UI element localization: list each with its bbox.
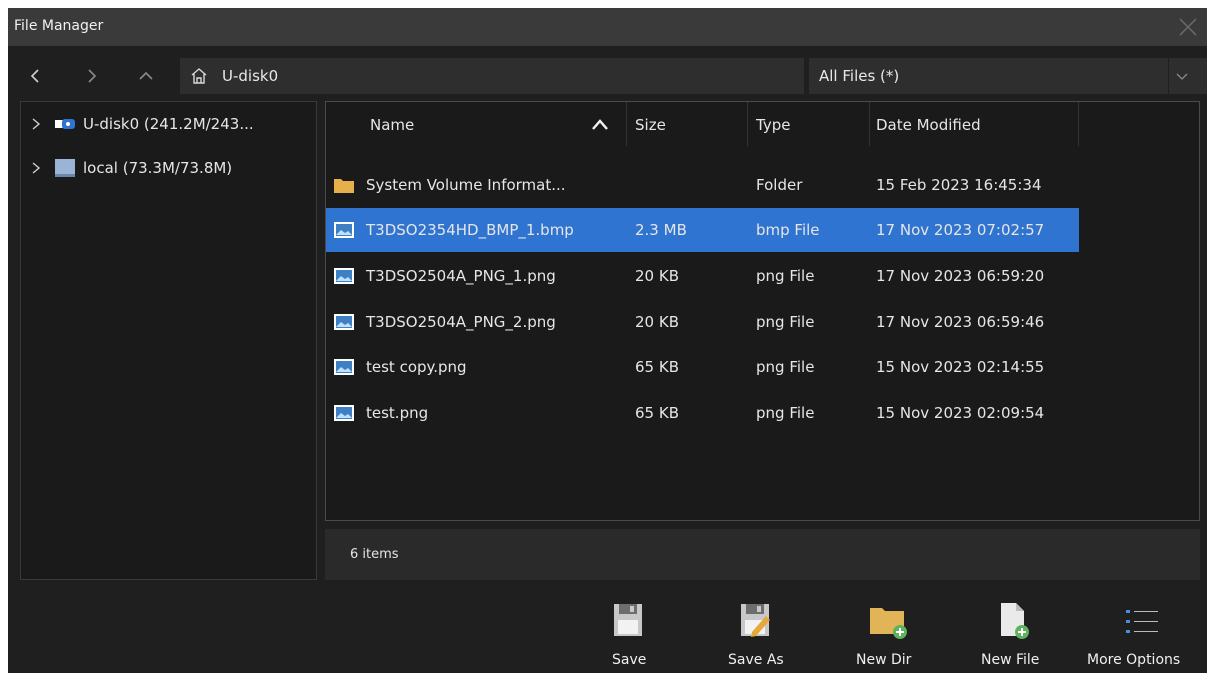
cell-size: 20 KB — [635, 267, 679, 285]
tree-item-local[interactable]: local (73.3M/73.8M) — [21, 154, 316, 182]
image-file-icon — [334, 314, 354, 330]
cell-size: 20 KB — [635, 313, 679, 331]
cell-size: 2.3 MB — [635, 221, 687, 239]
home-icon — [191, 68, 207, 84]
chevron-down-icon — [1176, 73, 1188, 80]
column-header-date[interactable]: Date Modified — [870, 102, 1079, 146]
folder-icon — [334, 179, 354, 193]
cell-name: T3DSO2504A_PNG_2.png — [366, 313, 556, 331]
table-row[interactable]: test.png 65 KB png File 15 Nov 2023 02:0… — [326, 391, 1079, 435]
file-manager-window: File Manager U-disk0 All Files (*) U-dis… — [8, 8, 1207, 673]
forward-button[interactable] — [73, 62, 109, 90]
file-list: Name Size Type Date Modified System Volu… — [325, 101, 1200, 521]
more-options-button[interactable]: More Options — [1083, 588, 1205, 673]
list-menu-icon — [1126, 610, 1158, 633]
path-field[interactable]: U-disk0 — [180, 58, 804, 94]
cell-size: 65 KB — [635, 358, 679, 376]
chevron-right-icon — [32, 118, 41, 130]
column-type-label: Type — [756, 116, 791, 134]
sort-ascending-icon — [592, 119, 608, 130]
column-name-label: Name — [370, 116, 415, 134]
usb-drive-icon — [55, 119, 75, 129]
cell-type: png File — [756, 313, 815, 331]
new-dir-label: New Dir — [856, 652, 912, 668]
cell-date: 15 Nov 2023 02:09:54 — [876, 404, 1045, 422]
cell-type: png File — [756, 404, 815, 422]
table-header: Name Size Type Date Modified — [326, 102, 1079, 146]
more-options-label: More Options — [1087, 652, 1181, 668]
table-row[interactable]: T3DSO2354HD_BMP_1.bmp 2.3 MB bmp File 17… — [326, 208, 1079, 252]
up-button[interactable] — [128, 62, 164, 90]
cell-name: test copy.png — [366, 358, 467, 376]
filter-value: All Files (*) — [819, 67, 900, 85]
column-size-label: Size — [635, 116, 666, 134]
bottom-toolbar: Save Save As New Dir New File More Optio… — [8, 588, 1207, 673]
table-row[interactable]: T3DSO2504A_PNG_1.png 20 KB png File 17 N… — [326, 254, 1079, 298]
tree-label-local: local (73.3M/73.8M) — [83, 159, 233, 177]
new-file-label: New File — [981, 652, 1040, 668]
table-row[interactable]: System Volume Informat... Folder 15 Feb … — [326, 163, 1079, 207]
cell-date: 17 Nov 2023 07:02:57 — [876, 221, 1045, 239]
close-icon — [1179, 18, 1197, 36]
back-button[interactable] — [18, 62, 54, 90]
filter-divider — [1168, 58, 1169, 94]
cell-size: 65 KB — [635, 404, 679, 422]
new-file-icon — [1001, 603, 1029, 639]
file-type-filter[interactable]: All Files (*) — [809, 58, 1207, 94]
save-as-button[interactable]: Save As — [720, 588, 790, 673]
tree-label-u-disk0: U-disk0 (241.2M/243... — [83, 115, 254, 133]
column-header-size[interactable]: Size — [627, 102, 748, 146]
status-bar: 6 items — [325, 529, 1200, 580]
window-title: File Manager — [14, 18, 104, 34]
cell-name: T3DSO2504A_PNG_1.png — [366, 267, 556, 285]
image-file-icon — [334, 268, 354, 284]
title-bar: File Manager — [8, 8, 1207, 46]
cell-type: png File — [756, 267, 815, 285]
cell-type: Folder — [756, 176, 803, 194]
column-header-name[interactable]: Name — [326, 102, 627, 146]
image-file-icon — [334, 405, 354, 421]
cell-date: 15 Nov 2023 02:14:55 — [876, 358, 1045, 376]
save-icon — [614, 604, 642, 636]
cell-name: System Volume Informat... — [366, 176, 566, 194]
column-header-type[interactable]: Type — [748, 102, 870, 146]
save-button[interactable]: Save — [604, 588, 654, 673]
item-count: 6 items — [350, 547, 399, 562]
path-text: U-disk0 — [222, 67, 279, 85]
save-as-icon — [741, 604, 770, 637]
chevron-right-icon — [88, 69, 97, 83]
cell-type: bmp File — [756, 221, 820, 239]
cell-date: 17 Nov 2023 06:59:20 — [876, 267, 1045, 285]
cell-date: 17 Nov 2023 06:59:46 — [876, 313, 1045, 331]
tree-item-u-disk0[interactable]: U-disk0 (241.2M/243... — [21, 110, 316, 138]
cell-date: 15 Feb 2023 16:45:34 — [876, 176, 1042, 194]
chevron-right-icon — [32, 162, 41, 174]
chevron-up-icon — [139, 71, 153, 80]
table-row[interactable]: test copy.png 65 KB png File 15 Nov 2023… — [326, 345, 1079, 389]
table-row[interactable]: T3DSO2504A_PNG_2.png 20 KB png File 17 N… — [326, 300, 1079, 344]
local-drive-icon — [55, 159, 75, 177]
new-file-button[interactable]: New File — [973, 588, 1048, 673]
save-as-label: Save As — [728, 652, 784, 668]
navigation-bar: U-disk0 All Files (*) — [8, 55, 1207, 97]
chevron-left-icon — [30, 69, 39, 83]
cell-name: T3DSO2354HD_BMP_1.bmp — [366, 221, 574, 239]
new-dir-button[interactable]: New Dir — [848, 588, 920, 673]
save-label: Save — [612, 652, 647, 668]
close-button[interactable] — [1169, 8, 1207, 46]
column-date-label: Date Modified — [876, 116, 981, 134]
cell-type: png File — [756, 358, 815, 376]
image-file-icon — [334, 359, 354, 375]
cell-name: test.png — [366, 404, 429, 422]
drive-tree: U-disk0 (241.2M/243... local (73.3M/73.8… — [20, 101, 317, 580]
image-file-icon — [334, 222, 354, 238]
new-folder-icon — [870, 608, 907, 639]
